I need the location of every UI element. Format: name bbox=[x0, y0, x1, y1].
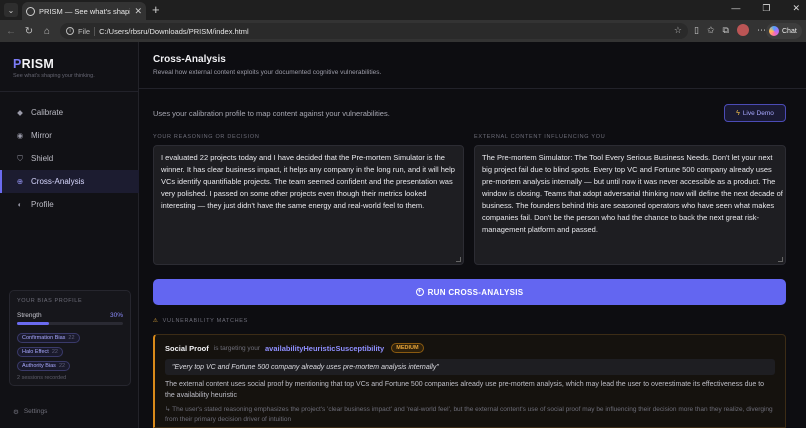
sidebar-divider bbox=[0, 91, 139, 92]
sidebar-item-calibrate[interactable]: ◆ Calibrate bbox=[0, 101, 139, 124]
page-subtitle: Reveal how external content exploits you… bbox=[153, 69, 382, 76]
vulnerability-matches-heading: ⚠ VULNERABILITY MATCHES bbox=[153, 318, 249, 324]
favorite-star-icon[interactable]: ☆ bbox=[674, 25, 682, 36]
url-scheme: File bbox=[78, 26, 91, 36]
sidebar-item-label: Cross-Analysis bbox=[31, 177, 85, 186]
crosshair-icon: ⊕ bbox=[16, 177, 24, 186]
resize-grip-icon[interactable] bbox=[456, 257, 461, 262]
more-menu-icon[interactable]: ⋯ bbox=[757, 25, 766, 36]
split-screen-icon[interactable]: ▯ bbox=[694, 25, 699, 36]
address-toolbar: ← ↻ ⌂ i File C:/Users/rbsru/Downloads/PR… bbox=[0, 20, 806, 42]
reasoning-text: I evaluated 22 projects today and I have… bbox=[161, 153, 455, 210]
back-arrow-icon[interactable]: ← bbox=[2, 26, 20, 37]
sidebar-item-cross-analysis[interactable]: ⊕ Cross-Analysis bbox=[0, 170, 139, 193]
reasoning-textarea[interactable]: I evaluated 22 projects today and I have… bbox=[153, 145, 464, 265]
bias-chip: Authority Bias 22 bbox=[17, 361, 71, 371]
half-circle-icon: ◐ bbox=[17, 200, 23, 209]
copilot-chat-button[interactable]: Chat bbox=[766, 23, 802, 39]
match-vulnerability: availabilityHeuristicSusceptibility bbox=[265, 343, 385, 353]
bias-chip: Confirmation Bias 22 bbox=[17, 333, 80, 343]
resize-grip-icon[interactable] bbox=[778, 257, 783, 262]
url-divider bbox=[94, 26, 96, 36]
window-close-icon[interactable]: ✕ bbox=[792, 3, 800, 14]
reasoning-label: YOUR REASONING OR DECISION bbox=[153, 134, 260, 140]
crosshair-icon: + bbox=[415, 288, 424, 296]
info-icon[interactable]: i bbox=[66, 27, 74, 35]
sidebar-item-label: Profile bbox=[31, 200, 54, 209]
sidebar-item-label: Calibrate bbox=[31, 108, 64, 117]
match-note: ↳ The user's stated reasoning emphasizes… bbox=[165, 406, 773, 423]
run-cross-analysis-button[interactable]: + RUN CROSS-ANALYSIS bbox=[153, 279, 786, 305]
bias-chips: Confirmation Bias 22 Halo Effect 22 Author… bbox=[17, 329, 123, 371]
url-text[interactable]: C:/Users/rbsru/Downloads/PRISM/index.htm… bbox=[99, 27, 249, 36]
strength-bar-fill bbox=[17, 322, 49, 325]
external-content-text: The Pre-mortem Simulator: The Tool Every… bbox=[482, 153, 783, 234]
vulnerability-match-card: Social Proof is targeting your availabil… bbox=[153, 334, 786, 428]
external-content-label: EXTERNAL CONTENT INFLUENCING YOU bbox=[474, 134, 606, 140]
bias-chip: Halo Effect 22 bbox=[17, 347, 63, 357]
toolbar-icons: ▯ ✩ ⧉ ⋯ bbox=[694, 24, 766, 36]
address-bar[interactable]: i File C:/Users/rbsru/Downloads/PRISM/in… bbox=[60, 23, 688, 39]
strength-bar bbox=[17, 322, 123, 325]
bias-profile-card: YOUR BIAS PROFILE Strength 30% Confirmat… bbox=[9, 290, 131, 386]
tab-close-icon[interactable]: ✕ bbox=[134, 6, 142, 17]
match-targeting-text: is targeting your bbox=[213, 344, 261, 352]
copilot-icon bbox=[769, 26, 779, 36]
live-demo-label: Live Demo bbox=[742, 109, 774, 117]
page-header: Cross-Analysis Reveal how external conte… bbox=[139, 42, 806, 89]
match-header: Social Proof is targeting your availabil… bbox=[165, 343, 775, 353]
sessions-count: 2 sessions recorded bbox=[17, 375, 67, 381]
brand-logo: PRISM bbox=[13, 57, 55, 71]
prism-app: PRISM See what's shaping your thinking. … bbox=[0, 42, 806, 428]
sidebar-item-profile[interactable]: ◐ Profile bbox=[0, 193, 139, 216]
severity-badge: MEDIUM bbox=[391, 343, 424, 353]
run-button-label: RUN CROSS-ANALYSIS bbox=[427, 287, 524, 297]
profile-avatar[interactable] bbox=[736, 24, 749, 36]
reload-icon[interactable]: ↻ bbox=[20, 26, 38, 37]
browser-tab[interactable]: PRISM — See what's shaping your thinking… bbox=[22, 2, 146, 20]
match-quote: "Every top VC and Fortune 500 company al… bbox=[165, 359, 775, 375]
shield-icon: ⛉ bbox=[17, 153, 23, 163]
sidebar-item-label: Shield bbox=[31, 154, 54, 163]
sidebar-item-label: Mirror bbox=[31, 131, 52, 140]
new-tab-plus-icon[interactable]: + bbox=[152, 3, 160, 17]
sidebar-item-shield[interactable]: ⛉ Shield bbox=[0, 147, 139, 170]
browser-tab-bar: ⌄ PRISM — See what's shaping your thinki… bbox=[0, 0, 806, 20]
warning-icon: ⚠ bbox=[153, 318, 159, 324]
settings-label: Settings bbox=[23, 408, 48, 415]
window-controls: — ❐ ✕ bbox=[731, 3, 800, 14]
bias-strength-row: Strength 30% bbox=[17, 312, 123, 319]
external-content-textarea[interactable]: The Pre-mortem Simulator: The Tool Every… bbox=[474, 145, 786, 265]
copilot-label: Chat bbox=[782, 27, 797, 35]
favorites-icon[interactable]: ✩ bbox=[707, 25, 715, 36]
match-explanation: The external content uses social proof b… bbox=[165, 381, 765, 399]
strength-label: Strength bbox=[17, 312, 42, 319]
minimize-icon[interactable]: — bbox=[731, 3, 740, 14]
sidebar-nav: ◆ Calibrate ◉ Mirror ⛉ Shield ⊕ Cross-An… bbox=[0, 101, 139, 216]
restore-icon[interactable]: ❐ bbox=[762, 3, 770, 14]
gear-icon: ⚙ bbox=[13, 409, 19, 416]
sidebar-item-mirror[interactable]: ◉ Mirror bbox=[0, 124, 139, 147]
sidebar: PRISM See what's shaping your thinking. … bbox=[0, 42, 139, 428]
diamond-icon: ◆ bbox=[17, 108, 23, 117]
collections-icon[interactable]: ⧉ bbox=[723, 25, 729, 36]
intro-text: Uses your calibration profile to map con… bbox=[153, 109, 390, 118]
live-demo-button[interactable]: ϟ Live Demo bbox=[724, 104, 786, 122]
lightning-icon: ϟ bbox=[736, 109, 740, 117]
main-content: Cross-Analysis Reveal how external conte… bbox=[139, 42, 806, 428]
page-title: Cross-Analysis bbox=[153, 54, 226, 65]
match-bias-name: Social Proof bbox=[165, 343, 209, 353]
strength-percent: 30% bbox=[109, 312, 123, 319]
globe-icon bbox=[26, 6, 35, 16]
bias-profile-title: YOUR BIAS PROFILE bbox=[17, 298, 83, 304]
brand-tagline: See what's shaping your thinking. bbox=[13, 73, 95, 79]
circle-icon: ◉ bbox=[16, 131, 24, 140]
tab-title: PRISM — See what's shaping your thinking bbox=[39, 6, 131, 16]
home-icon[interactable]: ⌂ bbox=[38, 26, 56, 37]
settings-link[interactable]: ⚙ Settings bbox=[13, 408, 47, 416]
tab-actions-chevron-icon[interactable]: ⌄ bbox=[4, 3, 18, 17]
